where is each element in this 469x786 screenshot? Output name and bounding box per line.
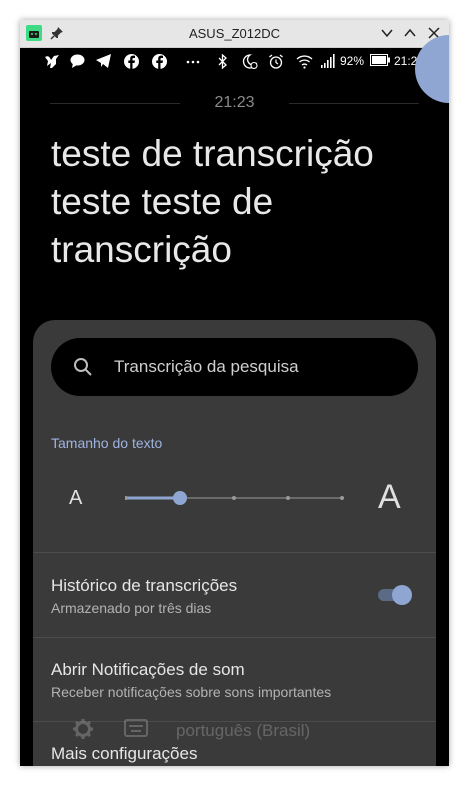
history-subtitle: Armazenado por três dias [51, 600, 212, 616]
do-not-disturb-icon [242, 54, 258, 69]
facebook-icon [152, 54, 167, 69]
telegram-icon [96, 54, 111, 68]
history-toggle[interactable] [378, 584, 414, 606]
bluetooth-icon [218, 54, 227, 69]
history-title: Histórico de transcrições [51, 576, 238, 595]
more-settings-title: Mais configurações [51, 744, 198, 763]
clock-row: 21:23 [50, 94, 419, 114]
wifi-icon [296, 55, 313, 69]
alarm-icon [269, 54, 283, 69]
text-size-large-glyph: A [378, 478, 401, 516]
text-size-label: Tamanho do texto [51, 435, 163, 451]
android-status-bar: 92% 21:23 [20, 48, 449, 74]
text-size-small-glyph: A [69, 487, 83, 509]
battery-percent: 92% [340, 54, 365, 68]
slider-tick [232, 496, 236, 500]
slider-tick [340, 496, 344, 500]
settings-panel: Transcrição da pesquisa Tamanho do texto… [33, 320, 436, 766]
window-titlebar: ASUS_Z012DC [20, 20, 449, 48]
facebook-icon [124, 54, 139, 69]
sound-notifications-subtitle: Receber notificações sobre sons importan… [51, 684, 332, 700]
divider [289, 103, 419, 104]
sound-notifications-title: Abrir Notificações de som [51, 660, 245, 679]
transcript-line: teste de transcrição [51, 133, 374, 174]
transcript-text: teste de transcrição teste teste de tran… [51, 130, 431, 274]
battery-icon [370, 54, 390, 66]
minimize-chevron-icon[interactable] [380, 26, 394, 40]
maximize-chevron-icon[interactable] [403, 26, 417, 40]
slider-thumb[interactable] [173, 491, 187, 505]
text-size-slider[interactable] [125, 488, 345, 508]
divider [33, 552, 436, 553]
bird-icon [45, 55, 59, 68]
divider [33, 721, 436, 722]
search-icon [74, 358, 92, 376]
app-window: ASUS_Z012DC 92% 21:23 21:23 teste de tra… [20, 20, 449, 766]
slider-tick [286, 496, 290, 500]
search-bar[interactable]: Transcrição da pesquisa [51, 338, 418, 396]
chat-icon [70, 54, 85, 68]
transcript-line: teste teste de [51, 181, 274, 222]
transcript-line: transcrição [51, 229, 232, 270]
divider [33, 637, 436, 638]
more-dots-icon [186, 60, 200, 64]
signal-icon [321, 54, 335, 68]
search-placeholder: Transcrição da pesquisa [114, 357, 299, 376]
